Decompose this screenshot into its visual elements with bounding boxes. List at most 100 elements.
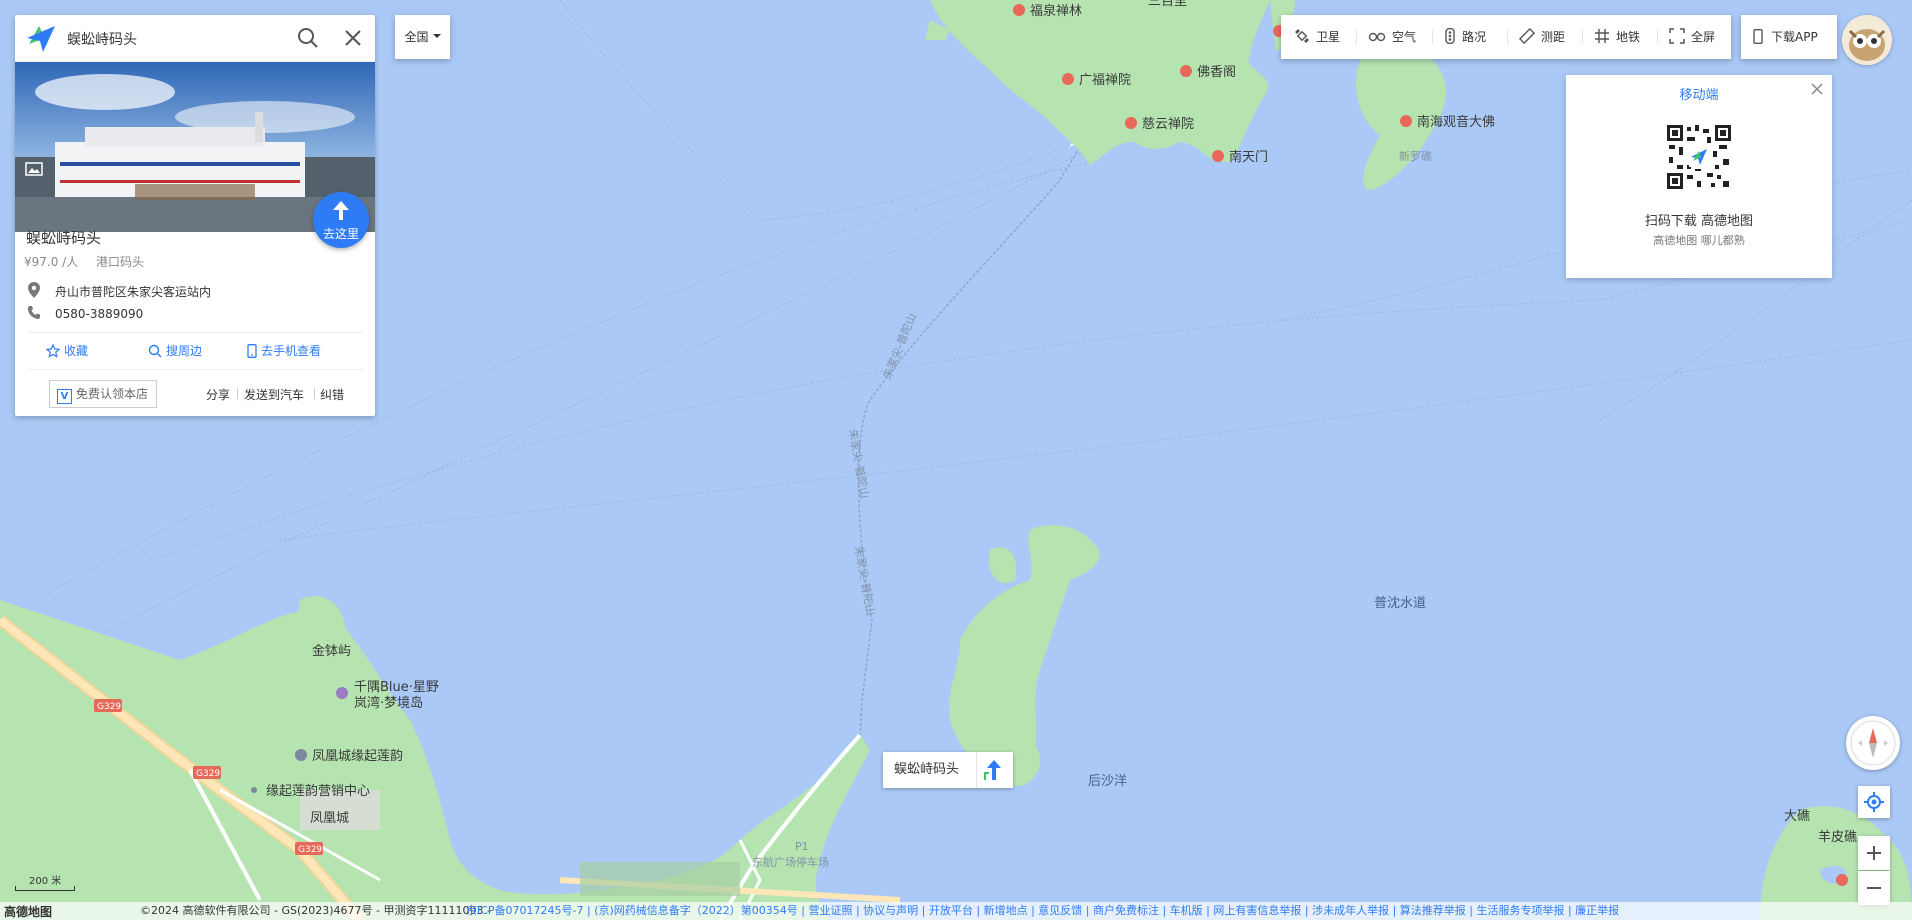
star-icon [45, 343, 61, 358]
map-label-xinluo: 新罗礁 [1399, 149, 1432, 163]
nearby-button[interactable]: 搜周边 [148, 342, 202, 359]
search-input[interactable] [65, 23, 299, 55]
download-app-label: 下载APP [1771, 30, 1818, 44]
footer-bar: 高德地图 ©2024 高德软件有限公司 - GS(2023)4677号 - 甲测… [0, 902, 1912, 920]
download-app-button[interactable]: 下载APP [1741, 15, 1837, 59]
search-nearby-icon [148, 344, 162, 358]
satellite-button[interactable]: 卫星 [1294, 15, 1340, 59]
location-pin-icon [28, 282, 40, 298]
zoom-in-button[interactable] [1858, 836, 1890, 870]
footer-logo: 高德地图 [4, 905, 53, 919]
map-label-fuquan: 福泉禅林 [1030, 3, 1082, 19]
map-label-guangfu: 广福禅院 [1079, 73, 1131, 88]
zoom-out-button[interactable] [1858, 871, 1890, 905]
traffic-light-icon [1445, 27, 1455, 45]
satellite-label: 卫星 [1316, 30, 1341, 44]
user-avatar[interactable] [1842, 15, 1892, 65]
address-text: 舟山市普陀区朱家尖客运站内 [55, 285, 212, 299]
road-shield-g329c: G329 [295, 842, 323, 855]
air-button[interactable]: 空气 [1368, 15, 1416, 59]
map-label-fenghuang-lotus: 凤凰城缘起莲韵 [312, 749, 403, 764]
nearby-label: 搜周边 [166, 344, 203, 358]
map-label-jinbo: 金钵屿 [312, 643, 351, 659]
verified-v-icon: V [57, 389, 72, 404]
route-arrow-icon[interactable] [981, 758, 1007, 782]
map-label-parking: 东航广场停车场 [752, 855, 829, 869]
map-label-sea-pushen: 普沈水道 [1374, 596, 1426, 611]
ruler-button[interactable]: 测距 [1518, 15, 1566, 59]
locate-button[interactable] [1858, 786, 1890, 818]
map-marker-label[interactable]: 蜈蚣峙码头 [883, 752, 1013, 788]
map-toolbar: 卫星 空气 路况 测距 地铁 全屏 [1281, 15, 1731, 59]
search-bar [15, 15, 375, 62]
favorite-label: 收藏 [64, 344, 89, 358]
mobile-qr-panel: 移动端 扫码下载 高德地图 高德地图 哪儿都熟 [1566, 75, 1832, 278]
region-select[interactable]: 全国 [395, 15, 450, 59]
send-to-car-link[interactable]: 发送到汽车 [244, 386, 304, 403]
footer-links[interactable]: 京ICP备07017245号-7 | (京)网药械信息备字（2022）第0035… [466, 902, 1619, 920]
search-icon[interactable] [296, 26, 320, 50]
go-here-label: 去这里 [322, 227, 359, 241]
minus-icon [1867, 887, 1881, 889]
place-name: 蜈蚣峙码头 [26, 229, 102, 247]
subway-label: 地铁 [1616, 30, 1641, 44]
traffic-button[interactable]: 路况 [1444, 15, 1486, 59]
scale-label: 200 米 [29, 876, 62, 887]
mobile-icon [1753, 29, 1763, 44]
map-label-nantian: 南天门 [1229, 149, 1268, 165]
gallery-icon[interactable] [25, 162, 43, 176]
ruler-label: 测距 [1541, 30, 1566, 44]
close-icon[interactable] [1810, 82, 1824, 96]
map-label-dajiao: 大礁 [1784, 808, 1810, 824]
traffic-label: 路况 [1462, 30, 1487, 44]
map-label-blue-star: 千隅Blue·星野 [354, 680, 439, 695]
map-label-fenghuang: 凤凰城 [310, 811, 349, 826]
air-quality-icon [1368, 32, 1386, 42]
locate-icon [1864, 792, 1884, 812]
ruler-icon [1518, 27, 1536, 45]
poi-info-card: 去这里 蜈蚣峙码头 ¥97.0 /人 港口码头 舟山市普陀区朱家尖客运站内 05… [15, 15, 375, 416]
mobile-icon [247, 344, 257, 358]
phone-view-button[interactable]: 去手机查看 [247, 342, 321, 359]
footer-copyright: ©2024 高德软件有限公司 - GS(2023)4677号 - 甲测资字111… [140, 904, 491, 917]
claim-store-label: 免费认领本店 [76, 387, 149, 401]
map-label-p1: P1 [795, 840, 809, 853]
map-label-blue-star2: 岚湾·梦境岛 [354, 695, 423, 711]
region-label: 全国 [404, 30, 429, 44]
map-label-sea-housha: 后沙洋 [1088, 774, 1127, 789]
compass-control[interactable] [1846, 716, 1900, 770]
svg-text:G329: G329 [97, 702, 121, 712]
favorite-button[interactable]: 收藏 [45, 342, 89, 359]
road-shield-g329b: G329 [193, 766, 221, 779]
svg-text:G329: G329 [196, 769, 220, 779]
map-label-yangpi: 羊皮礁 [1818, 829, 1857, 845]
place-meta: ¥97.0 /人 港口码头 [24, 253, 158, 270]
navigate-arrow-icon [333, 201, 349, 220]
svg-text:G329: G329 [298, 845, 322, 855]
map-label-nanhai: 南海观音大佛 [1417, 114, 1495, 130]
share-link[interactable]: 分享 [206, 386, 230, 403]
map-label-ciyun: 慈云禅院 [1142, 117, 1194, 132]
map-label-top-cut: 三百里 [1148, 0, 1187, 9]
close-icon[interactable] [341, 26, 365, 50]
satellite-icon [1295, 29, 1309, 43]
qr-panel-title: 移动端 [1679, 88, 1719, 103]
map-label-sales-center: 缘起莲韵营销中心 [266, 784, 370, 799]
road-shield-g329a: G329 [94, 699, 122, 712]
map-label-foxiang: 佛香阁 [1197, 65, 1236, 80]
phone-text[interactable]: 0580-3889090 [55, 307, 143, 321]
plus-icon [1867, 846, 1881, 860]
correct-link[interactable]: 纠错 [320, 386, 344, 403]
fullscreen-button[interactable]: 全屏 [1669, 15, 1715, 59]
go-here-button[interactable]: 去这里 [313, 192, 369, 248]
subway-icon [1595, 29, 1609, 43]
qr-text-secondary: 高德地图 哪儿都熟 [1653, 234, 1745, 247]
parking-lot [580, 862, 740, 896]
fullscreen-label: 全屏 [1691, 30, 1716, 44]
claim-store-button[interactable]: V 免费认领本店 [49, 380, 157, 408]
place-price: ¥97.0 /人 [24, 255, 79, 269]
subway-button[interactable]: 地铁 [1594, 15, 1640, 59]
avatar-owl-icon [1842, 15, 1892, 65]
amap-logo-icon [27, 26, 55, 52]
marker-name: 蜈蚣峙码头 [894, 762, 960, 777]
